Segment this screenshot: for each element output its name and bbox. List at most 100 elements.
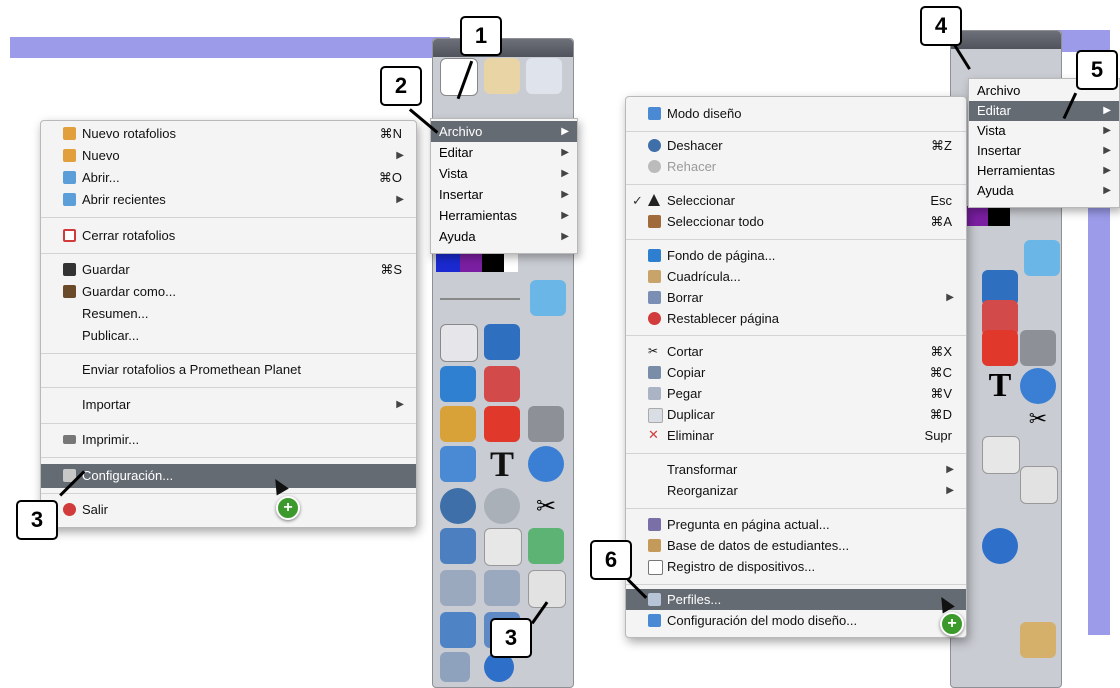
main-menu-item-edit[interactable]: Editar ▶ bbox=[431, 142, 577, 163]
help-icon-right[interactable] bbox=[1020, 368, 1056, 404]
menu-item-page-background[interactable]: Fondo de página... bbox=[626, 245, 966, 266]
pen-icon[interactable] bbox=[484, 324, 520, 360]
main-menu-item-view-right[interactable]: Vista ▶ bbox=[969, 121, 1119, 141]
globe-icon-right[interactable] bbox=[982, 528, 1018, 564]
menu-item-print[interactable]: Imprimir... bbox=[41, 429, 416, 450]
menu-item-delete[interactable]: ✕ Eliminar Supr bbox=[626, 425, 966, 446]
select-all-icon bbox=[648, 215, 661, 228]
highlighter-icon[interactable] bbox=[440, 366, 476, 402]
chevron-right-icon: ▶ bbox=[396, 194, 404, 205]
menu-item-open[interactable]: Abrir... ⌘O bbox=[41, 167, 416, 188]
chevron-right-icon: ▶ bbox=[561, 168, 569, 179]
menu-item-reset-page[interactable]: Restablecer página bbox=[626, 308, 966, 329]
menu-item-reorganize[interactable]: Reorganizar ▶ bbox=[626, 480, 966, 501]
reset-page-icon-right[interactable] bbox=[982, 436, 1020, 474]
palette-purple-icon[interactable] bbox=[460, 252, 482, 272]
menu-item-publish[interactable]: Publicar... bbox=[41, 325, 416, 346]
menu-item-question[interactable]: Pregunta en página actual... bbox=[626, 514, 966, 535]
menu-separator bbox=[626, 584, 966, 585]
screen-capture-icon[interactable] bbox=[484, 570, 520, 606]
menu-separator bbox=[626, 335, 966, 336]
menu-item-student-database[interactable]: Base de datos de estudiantes... bbox=[626, 535, 966, 556]
main-menu-item-edit-right[interactable]: Editar ▶ bbox=[969, 101, 1119, 121]
menu-item-send-to-planet[interactable]: Enviar rotafolios a Promethean Planet bbox=[41, 359, 416, 380]
menu-item-device-registry[interactable]: Registro de dispositivos... bbox=[626, 556, 966, 577]
eraser-icon[interactable] bbox=[484, 366, 520, 402]
upload-icon-right[interactable] bbox=[1024, 240, 1060, 276]
main-menu-item-insert[interactable]: Insertar ▶ bbox=[431, 184, 577, 205]
menu-item-redo[interactable]: Rehacer bbox=[626, 156, 966, 177]
printer-icon[interactable] bbox=[528, 406, 564, 442]
main-menu-item-tools-right[interactable]: Herramientas ▶ bbox=[969, 161, 1119, 181]
menu-item-open-recent[interactable]: Abrir recientes ▶ bbox=[41, 189, 416, 210]
duplicate-icon[interactable] bbox=[528, 528, 564, 564]
connector-icon[interactable] bbox=[440, 446, 476, 482]
upload-icon[interactable] bbox=[530, 280, 566, 316]
select-cursor-icon[interactable] bbox=[440, 324, 478, 362]
text-tool-icon[interactable]: T bbox=[484, 446, 520, 482]
menu-separator bbox=[626, 184, 966, 185]
palette-blue-icon[interactable] bbox=[436, 252, 460, 272]
menu-item-transform[interactable]: Transformar ▶ bbox=[626, 459, 966, 480]
main-menu-item-insert-right[interactable]: Insertar ▶ bbox=[969, 141, 1119, 161]
main-menu-item-help-right[interactable]: Ayuda ▶ bbox=[969, 181, 1119, 201]
main-menu-item-help[interactable]: Ayuda ▶ bbox=[431, 226, 577, 247]
menu-separator bbox=[41, 217, 416, 218]
scissors-icon: ✂ bbox=[648, 344, 659, 358]
menu-item-new-flipchart[interactable]: Nuevo rotafolios ⌘N bbox=[41, 123, 416, 144]
palette-black-icon[interactable] bbox=[482, 252, 504, 272]
menu-item-select[interactable]: ✓ Seleccionar Esc bbox=[626, 190, 966, 211]
menu-item-duplicate[interactable]: Duplicar ⌘D bbox=[626, 404, 966, 425]
menu-item-paste[interactable]: Pegar ⌘V bbox=[626, 383, 966, 404]
page-icon[interactable] bbox=[440, 612, 476, 648]
menu-item-grid[interactable]: Cuadrícula... bbox=[626, 266, 966, 287]
menu-item-clear[interactable]: Borrar ▶ bbox=[626, 287, 966, 308]
spotlight-icon[interactable] bbox=[440, 652, 470, 682]
menu-item-profiles[interactable]: Perfiles... bbox=[626, 589, 966, 610]
reset-page-icon[interactable] bbox=[484, 528, 522, 566]
menu-item-save[interactable]: Guardar ⌘S bbox=[41, 259, 416, 280]
menu-item-new[interactable]: Nuevo ▶ bbox=[41, 145, 416, 166]
pen-width-selector[interactable] bbox=[440, 278, 520, 300]
menu-item-close-flipchart[interactable]: Cerrar rotafolios bbox=[41, 225, 416, 246]
menu-item-copy[interactable]: Copiar ⌘C bbox=[626, 362, 966, 383]
menu-item-configuration[interactable]: Configuración... bbox=[41, 464, 416, 488]
palette-purple-icon-right[interactable] bbox=[966, 206, 988, 226]
menu-item-cut[interactable]: ✂ Cortar ⌘X bbox=[626, 341, 966, 362]
save-icon bbox=[63, 263, 76, 276]
undo-icon[interactable] bbox=[440, 488, 476, 524]
camera-icon[interactable] bbox=[440, 570, 476, 606]
menu-item-summary[interactable]: Resumen... bbox=[41, 303, 416, 324]
resource-browser-icon[interactable] bbox=[484, 58, 520, 94]
menu-item-design-mode[interactable]: Modo diseño bbox=[626, 103, 966, 124]
palette-white-icon[interactable] bbox=[504, 252, 518, 272]
config-tool-icon-right[interactable] bbox=[1020, 466, 1058, 504]
scissors-icon[interactable]: ✂ bbox=[528, 488, 564, 524]
text-tool-icon-right[interactable]: T bbox=[982, 368, 1018, 404]
menu-item-import[interactable]: Importar ▶ bbox=[41, 394, 416, 415]
menu-item-select-all[interactable]: Seleccionar todo ⌘A bbox=[626, 211, 966, 232]
lock-icon-right[interactable] bbox=[1020, 622, 1056, 658]
redo-icon[interactable] bbox=[484, 488, 520, 524]
scissors-icon-right[interactable]: ✂ bbox=[1020, 402, 1056, 438]
menu-item-quit[interactable]: Salir bbox=[41, 499, 416, 520]
quit-icon bbox=[63, 503, 76, 516]
shape-icon-right[interactable] bbox=[982, 330, 1018, 366]
pen-tool-icon[interactable] bbox=[526, 58, 562, 94]
shape-icon[interactable] bbox=[484, 406, 520, 442]
menu-separator bbox=[41, 457, 416, 458]
menu-item-save-as[interactable]: Guardar como... bbox=[41, 281, 416, 302]
timer-icon[interactable] bbox=[440, 528, 476, 564]
main-menu-item-file[interactable]: Archivo ▶ bbox=[431, 121, 577, 142]
fill-icon[interactable] bbox=[440, 406, 476, 442]
chevron-right-icon: ▶ bbox=[1103, 125, 1111, 136]
menu-item-design-mode-config[interactable]: Configuración del modo diseño... bbox=[626, 610, 966, 631]
menu-item-undo[interactable]: Deshacer ⌘Z bbox=[626, 135, 966, 156]
palette-black-icon-right[interactable] bbox=[988, 206, 1010, 226]
new-icon bbox=[63, 149, 76, 162]
main-menu-item-view[interactable]: Vista ▶ bbox=[431, 163, 577, 184]
main-menu-item-tools[interactable]: Herramientas ▶ bbox=[431, 205, 577, 226]
chevron-right-icon: ▶ bbox=[396, 150, 404, 161]
help-icon[interactable] bbox=[528, 446, 564, 482]
printer-icon-right[interactable] bbox=[1020, 330, 1056, 366]
